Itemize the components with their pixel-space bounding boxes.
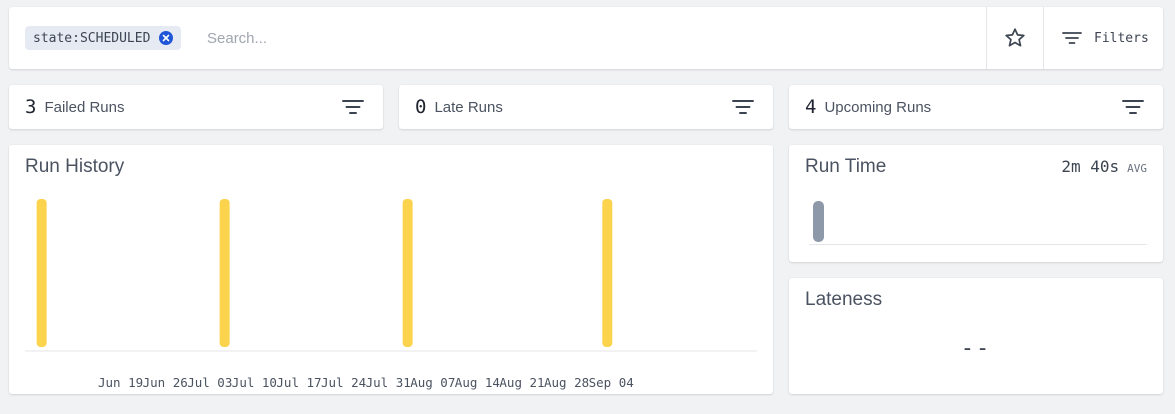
filters-label: Filters bbox=[1094, 30, 1149, 46]
run-time-average: 2m 40s AVG bbox=[1061, 157, 1147, 176]
lateness-value: -- bbox=[960, 336, 992, 361]
x-tick-label: Aug 14 bbox=[455, 375, 500, 390]
x-tick-label: Aug 28 bbox=[544, 375, 589, 390]
lateness-card: Lateness -- bbox=[789, 278, 1163, 394]
filter-icon[interactable] bbox=[342, 98, 364, 121]
run-history-bar[interactable] bbox=[402, 199, 413, 347]
run-history-chart: Jun 19 Jun 26 Jul 03 Jul 10 Jul 17 Jul 24 Jul … bbox=[25, 199, 757, 390]
x-tick-label: Jul 03 bbox=[187, 375, 232, 390]
x-tick-label: Aug 07 bbox=[410, 375, 455, 390]
filter-chip-label: state:SCHEDULED bbox=[33, 30, 151, 46]
x-tick-label: Jul 10 bbox=[232, 375, 277, 390]
run-history-bar[interactable] bbox=[602, 199, 613, 347]
run-time-card: Run Time 2m 40s AVG bbox=[789, 145, 1163, 262]
star-icon bbox=[1005, 28, 1025, 47]
late-runs-card: 0 Late Runs bbox=[399, 85, 773, 129]
x-tick-label: Sep 04 bbox=[589, 375, 634, 390]
run-history-bar[interactable] bbox=[36, 199, 47, 347]
favorite-button[interactable] bbox=[987, 7, 1043, 69]
filter-icon bbox=[1062, 32, 1082, 44]
filters-button[interactable]: Filters bbox=[1044, 7, 1163, 69]
upcoming-runs-label: Upcoming Runs bbox=[824, 98, 932, 116]
x-tick-label: Jul 31 bbox=[366, 375, 411, 390]
filter-chip-state[interactable]: state:SCHEDULED bbox=[25, 26, 182, 50]
run-time-avg-value: 2m 40s bbox=[1061, 157, 1120, 176]
x-tick-label: Jul 17 bbox=[276, 375, 321, 390]
lateness-title: Lateness bbox=[805, 289, 883, 310]
failed-runs-count: 3 bbox=[25, 96, 37, 118]
failed-runs-label: Failed Runs bbox=[44, 98, 125, 116]
run-history-bar[interactable] bbox=[219, 199, 230, 347]
x-tick-label: Jun 26 bbox=[143, 375, 188, 390]
upcoming-runs-count: 4 bbox=[805, 96, 817, 118]
run-time-axis bbox=[809, 244, 1147, 245]
run-time-avg-label: AVG bbox=[1127, 162, 1147, 175]
run-history-card: Run History Jun 19 Jun 26 Jul 03 Jul 10 Jul … bbox=[9, 145, 773, 394]
filter-icon[interactable] bbox=[732, 98, 754, 121]
run-time-title: Run Time bbox=[805, 156, 887, 177]
search-input[interactable] bbox=[207, 25, 767, 51]
x-tick-label: Aug 21 bbox=[499, 375, 544, 390]
x-tick-label: Jun 19 bbox=[98, 375, 143, 390]
late-runs-count: 0 bbox=[415, 96, 427, 118]
x-tick-label: Jul 24 bbox=[321, 375, 366, 390]
upcoming-runs-card: 4 Upcoming Runs bbox=[789, 85, 1163, 129]
failed-runs-card: 3 Failed Runs bbox=[9, 85, 383, 129]
run-time-bar bbox=[813, 201, 824, 242]
search-bar: state:SCHEDULED Filters bbox=[9, 7, 1163, 69]
chip-remove-icon[interactable] bbox=[159, 31, 174, 45]
filter-icon[interactable] bbox=[1122, 98, 1144, 121]
late-runs-label: Late Runs bbox=[434, 98, 503, 116]
